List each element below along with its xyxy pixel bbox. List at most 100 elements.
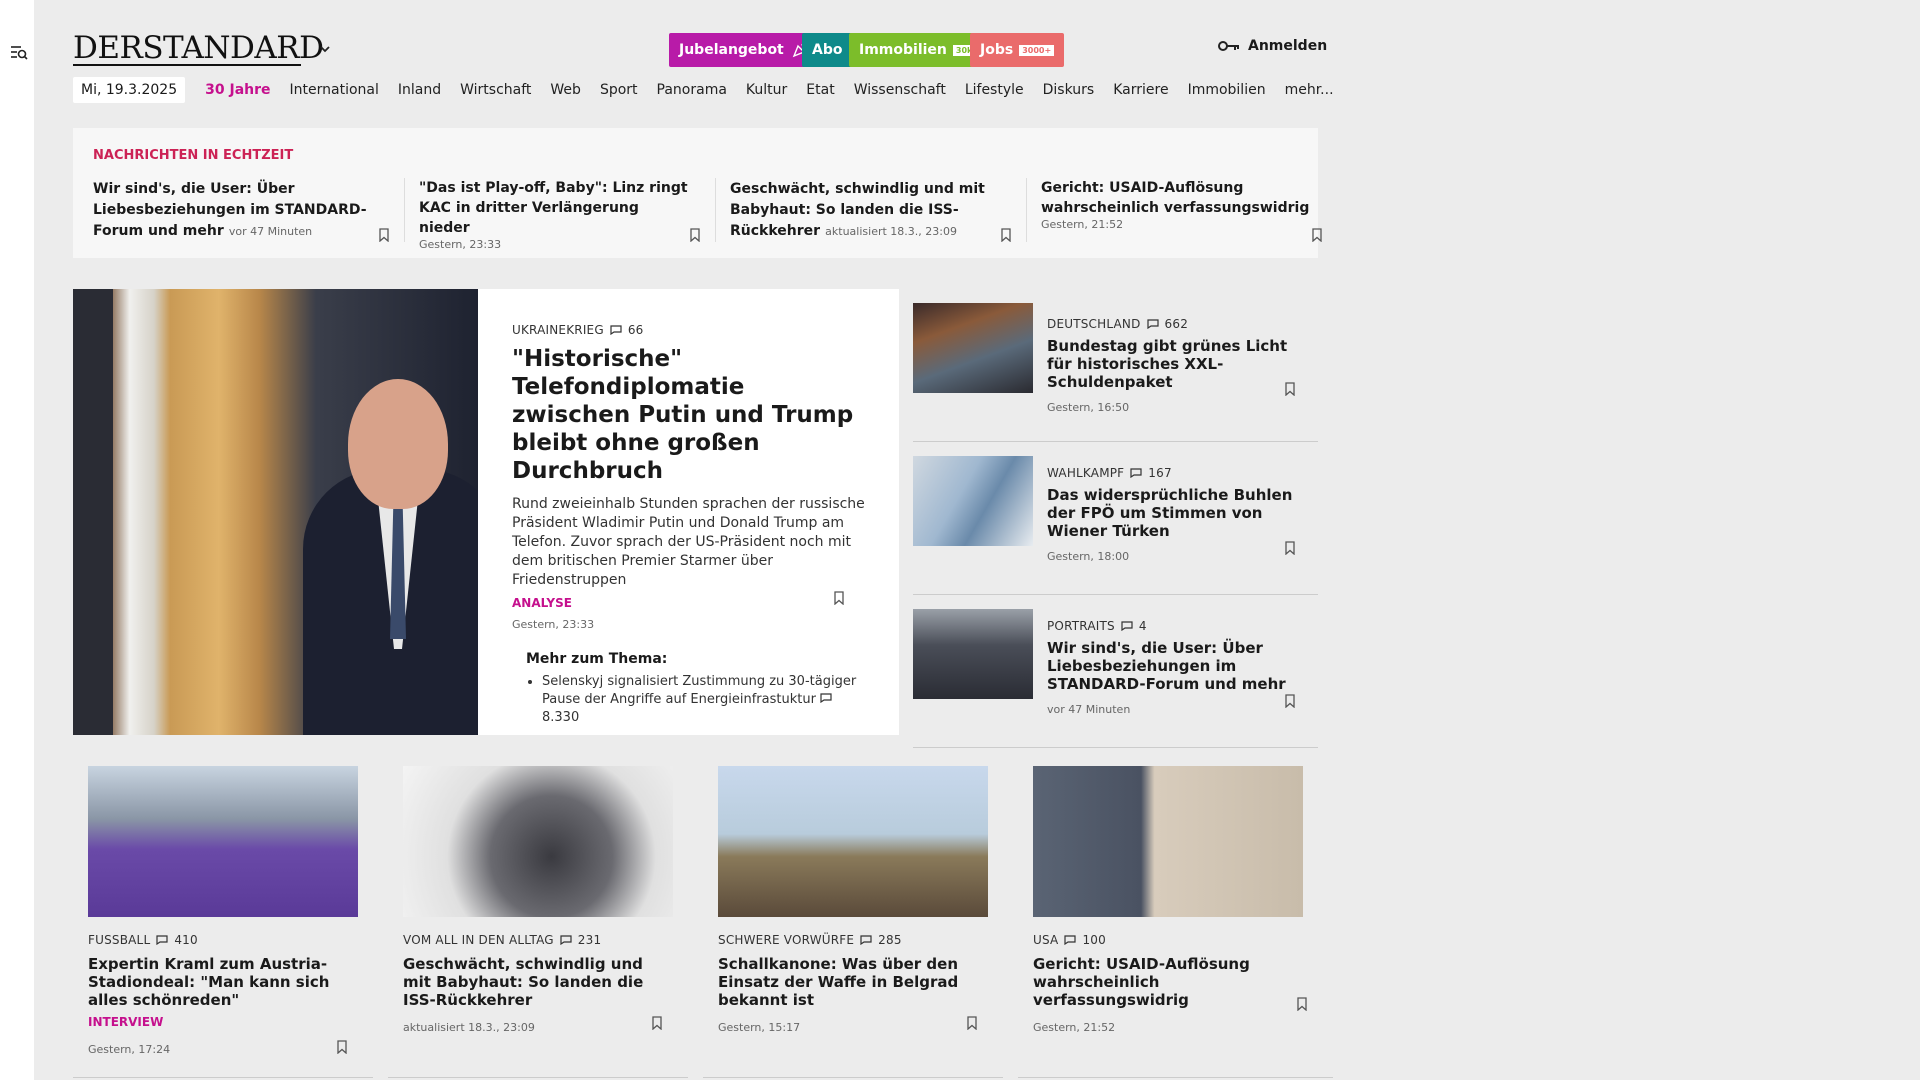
nav-item-wissenschaft[interactable]: Wissenschaft bbox=[854, 82, 946, 98]
related-comment-count[interactable]: 8.330 bbox=[542, 710, 579, 725]
side-time: Gestern, 16:50 bbox=[1047, 401, 1130, 414]
ticker-title: NACHRICHTEN IN ECHTZEIT bbox=[93, 148, 294, 163]
side-story[interactable]: DEUTSCHLAND 662 Bundestag gibt grünes Li… bbox=[913, 289, 1318, 442]
card-comment-count[interactable]: 231 bbox=[578, 933, 602, 947]
bookmark-icon[interactable] bbox=[1284, 694, 1296, 708]
lead-story: UKRAINEKRIEG 66 "Historische" Telefondip… bbox=[478, 289, 899, 735]
card-comment-count[interactable]: 410 bbox=[174, 933, 198, 947]
lead-teaser: Rund zweieinhalb Stunden sprachen der ru… bbox=[512, 496, 865, 588]
bookmark-icon[interactable] bbox=[651, 1016, 663, 1030]
nav-item-etat[interactable]: Etat bbox=[806, 82, 834, 98]
comment-icon bbox=[860, 935, 872, 945]
card-headline[interactable]: Gericht: USAID-Auflösung wahrscheinlich … bbox=[1033, 955, 1303, 1009]
jobs-button[interactable]: Jobs 3000+ bbox=[970, 33, 1065, 67]
bookmark-icon[interactable] bbox=[378, 228, 390, 242]
jobs-count-badge: 3000+ bbox=[1019, 44, 1055, 56]
card-category[interactable]: SCHWERE VORWÜRFE bbox=[718, 933, 854, 947]
bookmark-icon[interactable] bbox=[1284, 382, 1296, 396]
nav-item-30-jahre[interactable]: 30 Jahre bbox=[205, 82, 270, 98]
bookmark-icon[interactable] bbox=[966, 1016, 978, 1030]
side-headline[interactable]: Wir sind's, die User: Über Liebesbeziehu… bbox=[1047, 639, 1302, 693]
bookmark-icon[interactable] bbox=[689, 228, 701, 242]
card-headline[interactable]: Geschwächt, schwindlig und mit Babyhaut:… bbox=[403, 955, 673, 1009]
card-time: Gestern, 17:24 bbox=[88, 1043, 171, 1056]
nav-item-international[interactable]: International bbox=[290, 82, 379, 98]
related-label: Mehr zum Thema: bbox=[526, 651, 668, 667]
card-category[interactable]: FUSSBALL bbox=[88, 933, 150, 947]
card-headline[interactable]: Schallkanone: Was über den Einsatz der W… bbox=[718, 955, 988, 1009]
nav-item-more[interactable]: mehr... bbox=[1285, 82, 1334, 98]
story-card-image[interactable] bbox=[403, 766, 673, 917]
side-story[interactable]: PORTRAITS 4 Wir sind's, die User: Über L… bbox=[913, 595, 1318, 748]
side-story-image[interactable] bbox=[913, 456, 1033, 546]
comment-icon bbox=[1121, 621, 1133, 631]
jubelangebot-label: Jubelangebot bbox=[679, 42, 784, 58]
nav-item-panorama[interactable]: Panorama bbox=[657, 82, 727, 98]
comment-icon bbox=[560, 935, 572, 945]
card-category[interactable]: VOM ALL IN DEN ALLTAG bbox=[403, 933, 554, 947]
card-category[interactable]: USA bbox=[1033, 933, 1058, 947]
lead-headline[interactable]: "Historische" Telefondiplomatie zwischen… bbox=[512, 345, 865, 485]
story-card[interactable]: VOM ALL IN DEN ALLTAG 231 Geschwächt, sc… bbox=[388, 766, 703, 1078]
nav-item-karriere[interactable]: Karriere bbox=[1113, 82, 1168, 98]
bookmark-icon[interactable] bbox=[1284, 541, 1296, 555]
story-card-image[interactable] bbox=[1033, 766, 1303, 917]
chevron-down-icon[interactable] bbox=[318, 42, 332, 56]
ticker-item[interactable]: Gericht: USAID-Auflösung wahrscheinlich … bbox=[1026, 178, 1337, 242]
side-category[interactable]: PORTRAITS bbox=[1047, 619, 1115, 633]
nav-item-diskurs[interactable]: Diskurs bbox=[1043, 82, 1095, 98]
nav-item-lifestyle[interactable]: Lifestyle bbox=[965, 82, 1024, 98]
bookmark-icon[interactable] bbox=[1296, 997, 1308, 1011]
lead-comment-count[interactable]: 66 bbox=[628, 323, 644, 337]
related-title[interactable]: Selenskyj signalisiert Zustimmung zu 30-… bbox=[542, 674, 856, 707]
story-card[interactable]: FUSSBALL 410 Expertin Kraml zum Austria-… bbox=[73, 766, 388, 1078]
bookmark-icon[interactable] bbox=[833, 591, 845, 605]
nav-item-sport[interactable]: Sport bbox=[600, 82, 638, 98]
side-story-image[interactable] bbox=[913, 609, 1033, 699]
card-headline[interactable]: Expertin Kraml zum Austria-Stadiondeal: … bbox=[88, 955, 358, 1009]
card-comment-count[interactable]: 100 bbox=[1082, 933, 1106, 947]
card-time: Gestern, 21:52 bbox=[1033, 1021, 1116, 1034]
jubelangebot-button[interactable]: Jubelangebot bbox=[669, 33, 818, 67]
nav-item-kultur[interactable]: Kultur bbox=[746, 82, 787, 98]
site-logo[interactable]: DERSTANDARD bbox=[73, 30, 324, 66]
side-comment-count[interactable]: 167 bbox=[1148, 466, 1172, 480]
side-story[interactable]: WAHLKAMPF 167 Das widersprüchliche Buhle… bbox=[913, 442, 1318, 595]
abo-button[interactable]: Abo bbox=[802, 33, 853, 67]
ticker-item[interactable]: Wir sind's, die User: Über Liebesbeziehu… bbox=[93, 178, 404, 242]
nav-item-web[interactable]: Web bbox=[550, 82, 581, 98]
card-kicker: FUSSBALL 410 bbox=[88, 933, 358, 947]
story-card[interactable]: USA 100 Gericht: USAID-Auflösung wahrsch… bbox=[1018, 766, 1333, 1078]
live-news-ticker: NACHRICHTEN IN ECHTZEIT Wir sind's, die … bbox=[73, 128, 1322, 258]
lead-story-image[interactable] bbox=[73, 289, 478, 735]
related-item[interactable]: Selenskyj signalisiert Zustimmung zu 30-… bbox=[542, 673, 865, 727]
nav-item-immobilien[interactable]: Immobilien bbox=[1188, 82, 1266, 98]
ticker-headline[interactable]: "Das ist Play-off, Baby": Linz ringt KAC… bbox=[419, 178, 693, 238]
ticker-item[interactable]: Geschwächt, schwindlig und mit Babyhaut:… bbox=[715, 178, 1026, 242]
side-comment-count[interactable]: 662 bbox=[1165, 317, 1189, 331]
side-category[interactable]: WAHLKAMPF bbox=[1047, 466, 1124, 480]
story-card-image[interactable] bbox=[88, 766, 358, 917]
search-menu-icon[interactable] bbox=[10, 43, 28, 61]
side-story-image[interactable] bbox=[913, 303, 1033, 393]
jobs-label: Jobs bbox=[980, 42, 1014, 58]
side-headline[interactable]: Das widersprüchliche Buhlen der FPÖ um S… bbox=[1047, 486, 1302, 540]
bookmark-icon[interactable] bbox=[1000, 228, 1012, 242]
lead-category[interactable]: UKRAINEKRIEG bbox=[512, 323, 604, 337]
ticker-item[interactable]: "Das ist Play-off, Baby": Linz ringt KAC… bbox=[404, 178, 715, 251]
bookmark-icon[interactable] bbox=[1311, 228, 1323, 242]
ticker-headline[interactable]: Gericht: USAID-Auflösung wahrscheinlich … bbox=[1041, 178, 1315, 218]
main-nav: Mi, 19.3.2025 30 Jahre International Inl… bbox=[73, 76, 1353, 104]
bookmark-icon[interactable] bbox=[336, 1040, 348, 1054]
side-category[interactable]: DEUTSCHLAND bbox=[1047, 317, 1141, 331]
side-comment-count[interactable]: 4 bbox=[1139, 619, 1147, 633]
nav-item-inland[interactable]: Inland bbox=[398, 82, 441, 98]
side-kicker: DEUTSCHLAND 662 bbox=[1047, 317, 1302, 331]
story-card[interactable]: SCHWERE VORWÜRFE 285 Schallkanone: Was ü… bbox=[703, 766, 1018, 1078]
login-label: Anmelden bbox=[1248, 38, 1328, 54]
login-button[interactable]: Anmelden bbox=[1218, 38, 1327, 54]
card-comment-count[interactable]: 285 bbox=[878, 933, 902, 947]
nav-item-wirtschaft[interactable]: Wirtschaft bbox=[460, 82, 531, 98]
story-card-image[interactable] bbox=[718, 766, 988, 917]
side-headline[interactable]: Bundestag gibt grünes Licht für historis… bbox=[1047, 337, 1302, 391]
